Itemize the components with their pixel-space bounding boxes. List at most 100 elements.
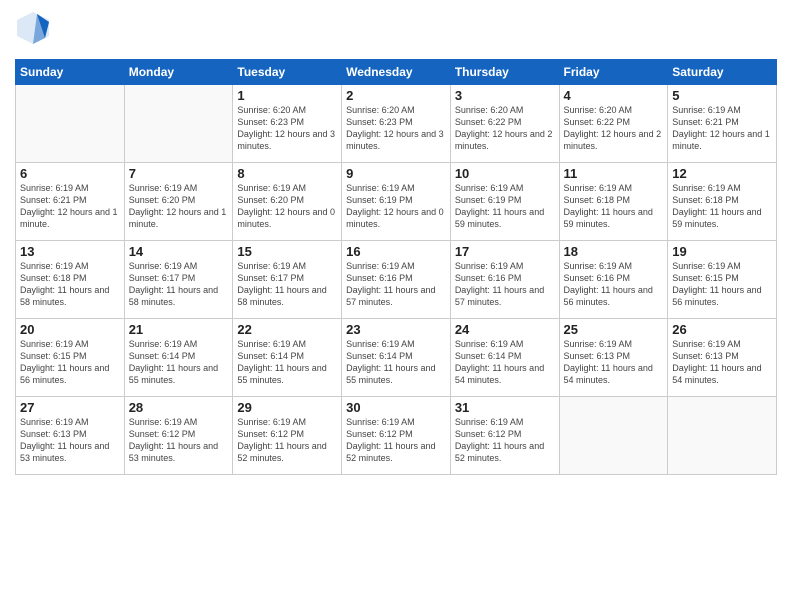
- day-detail: Sunrise: 6:19 AM Sunset: 6:18 PM Dayligh…: [564, 182, 664, 231]
- day-detail: Sunrise: 6:19 AM Sunset: 6:12 PM Dayligh…: [237, 416, 337, 465]
- day-detail: Sunrise: 6:19 AM Sunset: 6:15 PM Dayligh…: [20, 338, 120, 387]
- calendar-week-row: 13Sunrise: 6:19 AM Sunset: 6:18 PM Dayli…: [16, 241, 777, 319]
- day-number: 1: [237, 88, 337, 103]
- day-detail: Sunrise: 6:19 AM Sunset: 6:17 PM Dayligh…: [129, 260, 229, 309]
- day-detail: Sunrise: 6:19 AM Sunset: 6:19 PM Dayligh…: [346, 182, 446, 231]
- day-number: 28: [129, 400, 229, 415]
- calendar-cell: 29Sunrise: 6:19 AM Sunset: 6:12 PM Dayli…: [233, 397, 342, 475]
- day-detail: Sunrise: 6:19 AM Sunset: 6:12 PM Dayligh…: [346, 416, 446, 465]
- day-of-week-header: Tuesday: [233, 60, 342, 85]
- calendar-cell: 30Sunrise: 6:19 AM Sunset: 6:12 PM Dayli…: [342, 397, 451, 475]
- day-detail: Sunrise: 6:19 AM Sunset: 6:14 PM Dayligh…: [346, 338, 446, 387]
- calendar-cell: 25Sunrise: 6:19 AM Sunset: 6:13 PM Dayli…: [559, 319, 668, 397]
- page: SundayMondayTuesdayWednesdayThursdayFrid…: [0, 0, 792, 612]
- calendar-cell: 28Sunrise: 6:19 AM Sunset: 6:12 PM Dayli…: [124, 397, 233, 475]
- calendar-cell: 16Sunrise: 6:19 AM Sunset: 6:16 PM Dayli…: [342, 241, 451, 319]
- day-detail: Sunrise: 6:20 AM Sunset: 6:23 PM Dayligh…: [237, 104, 337, 153]
- calendar-cell: 21Sunrise: 6:19 AM Sunset: 6:14 PM Dayli…: [124, 319, 233, 397]
- day-number: 5: [672, 88, 772, 103]
- calendar-cell: [668, 397, 777, 475]
- day-detail: Sunrise: 6:19 AM Sunset: 6:15 PM Dayligh…: [672, 260, 772, 309]
- calendar-cell: 27Sunrise: 6:19 AM Sunset: 6:13 PM Dayli…: [16, 397, 125, 475]
- day-number: 14: [129, 244, 229, 259]
- day-detail: Sunrise: 6:19 AM Sunset: 6:21 PM Dayligh…: [672, 104, 772, 153]
- day-number: 10: [455, 166, 555, 181]
- calendar-cell: 31Sunrise: 6:19 AM Sunset: 6:12 PM Dayli…: [450, 397, 559, 475]
- calendar-cell: 7Sunrise: 6:19 AM Sunset: 6:20 PM Daylig…: [124, 163, 233, 241]
- day-number: 22: [237, 322, 337, 337]
- day-detail: Sunrise: 6:19 AM Sunset: 6:13 PM Dayligh…: [672, 338, 772, 387]
- day-detail: Sunrise: 6:19 AM Sunset: 6:16 PM Dayligh…: [455, 260, 555, 309]
- day-number: 21: [129, 322, 229, 337]
- day-number: 3: [455, 88, 555, 103]
- logo-icon: [15, 10, 51, 46]
- day-detail: Sunrise: 6:19 AM Sunset: 6:13 PM Dayligh…: [20, 416, 120, 465]
- day-number: 2: [346, 88, 446, 103]
- calendar-week-row: 1Sunrise: 6:20 AM Sunset: 6:23 PM Daylig…: [16, 85, 777, 163]
- day-number: 18: [564, 244, 664, 259]
- day-detail: Sunrise: 6:19 AM Sunset: 6:12 PM Dayligh…: [455, 416, 555, 465]
- day-detail: Sunrise: 6:20 AM Sunset: 6:22 PM Dayligh…: [455, 104, 555, 153]
- calendar-cell: 15Sunrise: 6:19 AM Sunset: 6:17 PM Dayli…: [233, 241, 342, 319]
- day-detail: Sunrise: 6:19 AM Sunset: 6:18 PM Dayligh…: [672, 182, 772, 231]
- day-detail: Sunrise: 6:19 AM Sunset: 6:16 PM Dayligh…: [564, 260, 664, 309]
- calendar-header-row: SundayMondayTuesdayWednesdayThursdayFrid…: [16, 60, 777, 85]
- day-number: 17: [455, 244, 555, 259]
- calendar-cell: 5Sunrise: 6:19 AM Sunset: 6:21 PM Daylig…: [668, 85, 777, 163]
- day-detail: Sunrise: 6:19 AM Sunset: 6:21 PM Dayligh…: [20, 182, 120, 231]
- day-of-week-header: Saturday: [668, 60, 777, 85]
- calendar-cell: 20Sunrise: 6:19 AM Sunset: 6:15 PM Dayli…: [16, 319, 125, 397]
- calendar-week-row: 20Sunrise: 6:19 AM Sunset: 6:15 PM Dayli…: [16, 319, 777, 397]
- calendar-cell: [559, 397, 668, 475]
- day-number: 30: [346, 400, 446, 415]
- day-number: 26: [672, 322, 772, 337]
- calendar-cell: 1Sunrise: 6:20 AM Sunset: 6:23 PM Daylig…: [233, 85, 342, 163]
- calendar-cell: 10Sunrise: 6:19 AM Sunset: 6:19 PM Dayli…: [450, 163, 559, 241]
- day-detail: Sunrise: 6:19 AM Sunset: 6:14 PM Dayligh…: [455, 338, 555, 387]
- calendar-cell: 24Sunrise: 6:19 AM Sunset: 6:14 PM Dayli…: [450, 319, 559, 397]
- day-detail: Sunrise: 6:19 AM Sunset: 6:20 PM Dayligh…: [237, 182, 337, 231]
- day-detail: Sunrise: 6:19 AM Sunset: 6:20 PM Dayligh…: [129, 182, 229, 231]
- logo: [15, 10, 53, 51]
- calendar-cell: [16, 85, 125, 163]
- calendar-cell: 3Sunrise: 6:20 AM Sunset: 6:22 PM Daylig…: [450, 85, 559, 163]
- day-of-week-header: Wednesday: [342, 60, 451, 85]
- calendar-cell: [124, 85, 233, 163]
- day-number: 4: [564, 88, 664, 103]
- day-number: 25: [564, 322, 664, 337]
- day-number: 16: [346, 244, 446, 259]
- day-detail: Sunrise: 6:19 AM Sunset: 6:17 PM Dayligh…: [237, 260, 337, 309]
- calendar-cell: 6Sunrise: 6:19 AM Sunset: 6:21 PM Daylig…: [16, 163, 125, 241]
- calendar-cell: 14Sunrise: 6:19 AM Sunset: 6:17 PM Dayli…: [124, 241, 233, 319]
- day-of-week-header: Monday: [124, 60, 233, 85]
- calendar-cell: 19Sunrise: 6:19 AM Sunset: 6:15 PM Dayli…: [668, 241, 777, 319]
- calendar-week-row: 27Sunrise: 6:19 AM Sunset: 6:13 PM Dayli…: [16, 397, 777, 475]
- day-detail: Sunrise: 6:19 AM Sunset: 6:13 PM Dayligh…: [564, 338, 664, 387]
- day-number: 8: [237, 166, 337, 181]
- day-number: 24: [455, 322, 555, 337]
- day-number: 9: [346, 166, 446, 181]
- day-detail: Sunrise: 6:20 AM Sunset: 6:23 PM Dayligh…: [346, 104, 446, 153]
- day-number: 31: [455, 400, 555, 415]
- day-detail: Sunrise: 6:19 AM Sunset: 6:18 PM Dayligh…: [20, 260, 120, 309]
- calendar-cell: 26Sunrise: 6:19 AM Sunset: 6:13 PM Dayli…: [668, 319, 777, 397]
- day-number: 11: [564, 166, 664, 181]
- day-number: 29: [237, 400, 337, 415]
- day-detail: Sunrise: 6:19 AM Sunset: 6:14 PM Dayligh…: [237, 338, 337, 387]
- day-detail: Sunrise: 6:19 AM Sunset: 6:14 PM Dayligh…: [129, 338, 229, 387]
- day-number: 15: [237, 244, 337, 259]
- calendar-cell: 12Sunrise: 6:19 AM Sunset: 6:18 PM Dayli…: [668, 163, 777, 241]
- calendar: SundayMondayTuesdayWednesdayThursdayFrid…: [15, 59, 777, 475]
- calendar-cell: 2Sunrise: 6:20 AM Sunset: 6:23 PM Daylig…: [342, 85, 451, 163]
- calendar-cell: 23Sunrise: 6:19 AM Sunset: 6:14 PM Dayli…: [342, 319, 451, 397]
- day-detail: Sunrise: 6:19 AM Sunset: 6:19 PM Dayligh…: [455, 182, 555, 231]
- calendar-cell: 22Sunrise: 6:19 AM Sunset: 6:14 PM Dayli…: [233, 319, 342, 397]
- day-number: 27: [20, 400, 120, 415]
- header: [15, 10, 777, 51]
- calendar-week-row: 6Sunrise: 6:19 AM Sunset: 6:21 PM Daylig…: [16, 163, 777, 241]
- calendar-cell: 11Sunrise: 6:19 AM Sunset: 6:18 PM Dayli…: [559, 163, 668, 241]
- day-number: 7: [129, 166, 229, 181]
- day-detail: Sunrise: 6:19 AM Sunset: 6:12 PM Dayligh…: [129, 416, 229, 465]
- calendar-cell: 9Sunrise: 6:19 AM Sunset: 6:19 PM Daylig…: [342, 163, 451, 241]
- day-of-week-header: Thursday: [450, 60, 559, 85]
